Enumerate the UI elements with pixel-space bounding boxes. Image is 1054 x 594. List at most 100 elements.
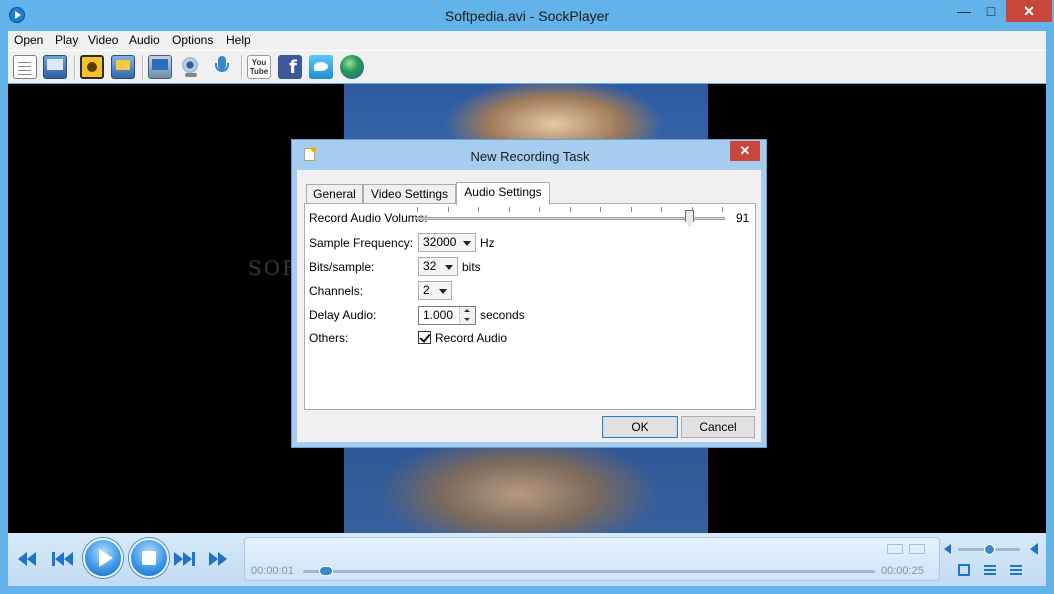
chevron-down-icon[interactable] (435, 282, 451, 299)
channels-label: Channels: (309, 284, 364, 298)
spin-up-icon[interactable] (459, 307, 475, 315)
tab-audio-settings[interactable]: Audio Settings (456, 182, 550, 205)
volume-tick (570, 207, 571, 212)
tab-general[interactable]: General (306, 184, 363, 204)
spin-down-icon[interactable] (459, 316, 475, 324)
volume-tick (661, 207, 662, 212)
others-label: Others: (309, 331, 349, 345)
youtube-icon[interactable]: You Tube (247, 55, 271, 79)
total-time: 00:00:25 (881, 565, 924, 577)
menu-play[interactable]: Play (55, 33, 78, 47)
sample-frequency-unit: Hz (480, 236, 495, 250)
next-icon-part (192, 552, 195, 566)
cancel-button[interactable]: Cancel (681, 416, 755, 438)
delay-audio-value: 1.000 (423, 308, 454, 322)
microphone-icon[interactable] (210, 55, 234, 79)
seek-bar[interactable] (303, 570, 875, 573)
next-icon-part (183, 552, 192, 566)
channels-value: 2 (423, 283, 430, 297)
open-folder-icon[interactable] (43, 55, 67, 79)
bits-sample-label: Bits/sample: (309, 260, 375, 274)
bits-sample-value: 32 (423, 259, 437, 273)
volume-ticks (417, 207, 723, 213)
next-button[interactable] (174, 552, 195, 566)
fast-forward-icon-part (218, 552, 227, 566)
volume-tick (539, 207, 540, 212)
volume-tick (448, 207, 449, 212)
volume-tick (478, 207, 479, 212)
playlist-icon[interactable] (984, 565, 996, 575)
seek-thumb[interactable] (319, 566, 333, 576)
bits-sample-unit: bits (462, 260, 481, 274)
current-time: 00:00:01 (251, 565, 294, 577)
keyboard-icon[interactable] (909, 544, 925, 554)
record-audio-checkbox[interactable] (418, 331, 431, 344)
record-volume-value: 91 (736, 211, 750, 225)
delay-audio-spinner[interactable]: 1.000 (418, 306, 476, 325)
equalizer-icon[interactable] (1010, 565, 1022, 575)
rewind-button[interactable] (18, 552, 36, 566)
volume-up-icon[interactable] (1030, 543, 1038, 555)
volume-tick (509, 207, 510, 212)
window-title: Softpedia.avi - SockPlayer (444, 8, 610, 24)
close-button[interactable]: ✕ (1006, 0, 1052, 22)
chevron-down-icon[interactable] (459, 234, 475, 251)
dialog-close-button[interactable]: ✕ (730, 141, 760, 161)
sample-frequency-label: Sample Frequency: (309, 236, 414, 250)
record-volume-slider[interactable] (415, 217, 725, 220)
volume-tick (417, 207, 418, 212)
menu-help[interactable]: Help (226, 33, 251, 47)
channels-dropdown[interactable]: 2 (418, 281, 452, 300)
record-audio-label[interactable]: Record Audio (435, 331, 507, 345)
previous-icon-part (55, 552, 64, 566)
facebook-icon[interactable]: f (278, 55, 302, 79)
twitter-icon[interactable] (309, 55, 333, 79)
new-recording-task-dialog: New Recording Task ✕ General Video Setti… (291, 139, 767, 448)
facebook-label: f (289, 57, 297, 78)
volume-down-icon[interactable] (944, 544, 951, 554)
minimize-button[interactable]: — (950, 0, 978, 22)
volume-thumb[interactable] (984, 544, 995, 555)
dialog-title-bar[interactable]: New Recording Task ✕ (292, 140, 766, 170)
delay-audio-unit: seconds (480, 308, 525, 322)
dialog-body: General Video Settings Audio Settings Re… (297, 170, 761, 442)
menu-bar: Open Play Video Audio Options Help (8, 31, 1046, 50)
next-icon (174, 552, 183, 566)
menu-open[interactable]: Open (14, 33, 43, 47)
volume-tick (722, 207, 723, 212)
sample-frequency-dropdown[interactable]: 32000 (418, 233, 476, 252)
youtube-label: You Tube (249, 58, 269, 76)
volume-tick (600, 207, 601, 212)
webcam-icon[interactable] (179, 55, 203, 79)
caption-icon[interactable] (887, 544, 903, 554)
record-volume-label: Record Audio Volume: (309, 211, 428, 225)
title-bar[interactable]: Softpedia.avi - SockPlayer — □ ✕ (0, 0, 1054, 31)
tab-video-settings[interactable]: Video Settings (363, 184, 456, 204)
play-button[interactable] (83, 538, 123, 578)
capture-icon[interactable] (80, 55, 104, 79)
delay-audio-label: Delay Audio: (309, 308, 377, 322)
bits-sample-dropdown[interactable]: 32 (418, 257, 458, 276)
monitor-icon[interactable] (148, 55, 172, 79)
screen-record-icon[interactable] (111, 55, 135, 79)
fullscreen-icon[interactable] (958, 564, 970, 576)
menu-audio[interactable]: Audio (129, 33, 160, 47)
previous-icon-part (64, 552, 73, 566)
globe-icon[interactable] (340, 55, 364, 79)
maximize-button[interactable]: □ (977, 0, 1005, 22)
dialog-title: New Recording Task (470, 149, 590, 164)
previous-button[interactable] (52, 552, 73, 566)
stop-button[interactable] (129, 538, 169, 578)
toolbar: You Tube f (8, 50, 1046, 83)
menu-video[interactable]: Video (88, 33, 118, 47)
fast-forward-button[interactable] (209, 552, 227, 566)
ok-button[interactable]: OK (602, 416, 678, 438)
audio-settings-panel (304, 203, 756, 410)
app-window: Softpedia.avi - SockPlayer — □ ✕ Open Pl… (0, 0, 1054, 594)
rewind-icon-part (27, 552, 36, 566)
new-file-icon[interactable] (13, 55, 37, 79)
sample-frequency-value: 32000 (423, 235, 457, 249)
chevron-down-icon[interactable] (441, 258, 457, 275)
seek-panel: 00:00:01 00:00:25 (244, 537, 940, 581)
menu-options[interactable]: Options (172, 33, 213, 47)
